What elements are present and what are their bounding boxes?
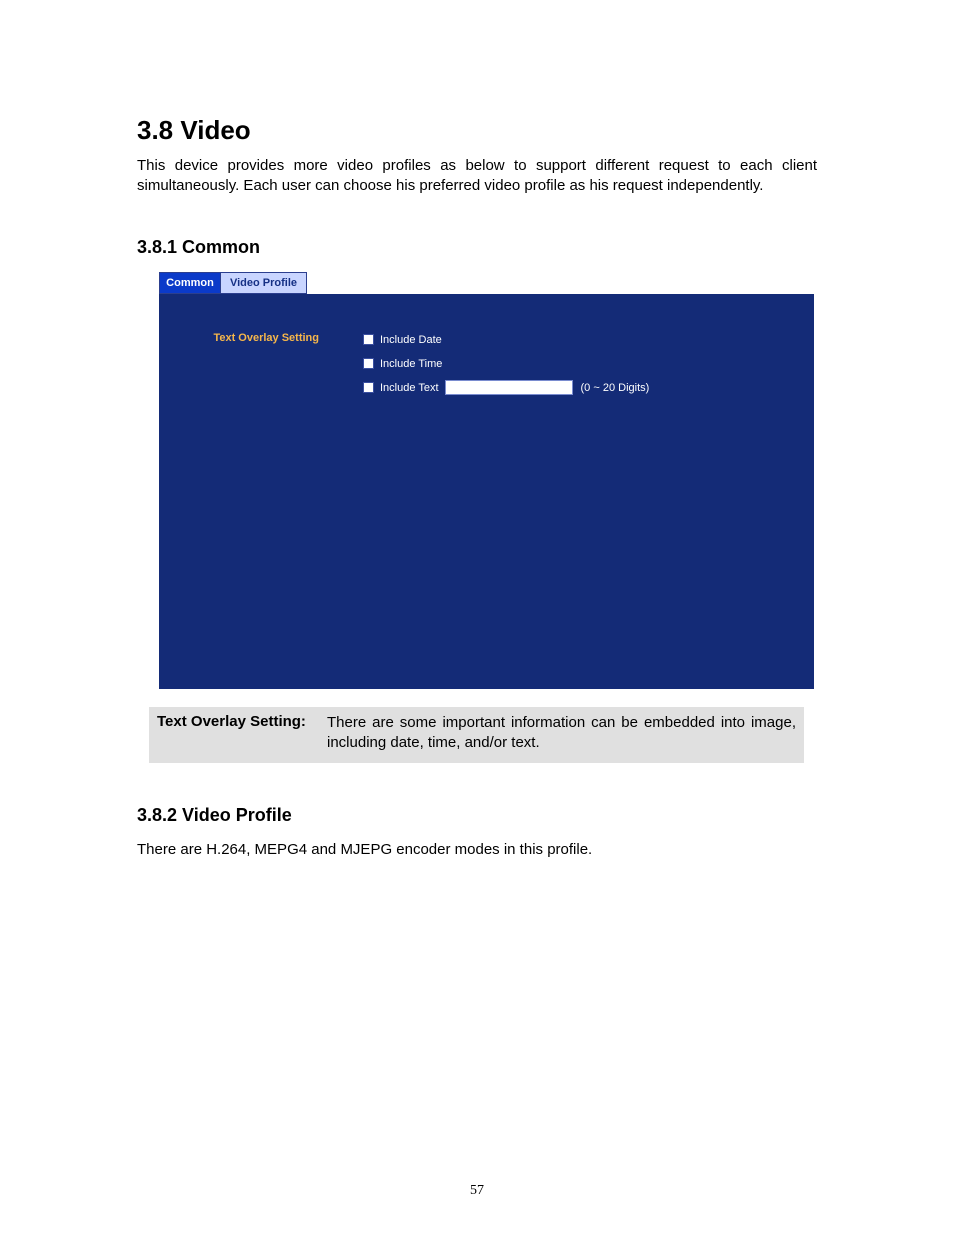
include-time-row: Include Time	[363, 356, 649, 372]
tab-common[interactable]: Common	[159, 272, 221, 294]
explanation-label: Text Overlay Setting:	[157, 713, 327, 754]
include-date-label: Include Date	[380, 334, 442, 346]
overlay-controls: Include Date Include Time Include Text (…	[363, 332, 649, 396]
include-text-input[interactable]	[445, 380, 573, 395]
common-settings-screenshot: Common Video Profile Text Overlay Settin…	[159, 272, 814, 689]
include-date-row: Include Date	[363, 332, 649, 348]
settings-panel: Text Overlay Setting Include Date Includ…	[159, 294, 814, 689]
digits-hint: (0 ~ 20 Digits)	[581, 382, 650, 394]
include-text-label: Include Text	[380, 382, 439, 394]
section-intro: This device provides more video profiles…	[137, 156, 817, 197]
include-date-checkbox[interactable]	[363, 334, 374, 345]
subsection-common-title: 3.8.1 Common	[137, 237, 817, 258]
include-time-label: Include Time	[380, 358, 442, 370]
page-number: 57	[0, 1183, 954, 1199]
include-text-row: Include Text (0 ~ 20 Digits)	[363, 380, 649, 396]
explanation-box: Text Overlay Setting: There are some imp…	[149, 707, 804, 764]
text-overlay-setting-label: Text Overlay Setting	[159, 332, 363, 344]
tab-video-profile[interactable]: Video Profile	[221, 272, 307, 294]
section-title: 3.8 Video	[137, 115, 817, 146]
document-page: 3.8 Video This device provides more vide…	[0, 0, 954, 1235]
include-time-checkbox[interactable]	[363, 358, 374, 369]
subsection-video-profile-title: 3.8.2 Video Profile	[137, 805, 817, 826]
include-text-checkbox[interactable]	[363, 382, 374, 393]
video-profile-body: There are H.264, MEPG4 and MJEPG encoder…	[137, 840, 817, 860]
text-overlay-row: Text Overlay Setting Include Date Includ…	[159, 332, 814, 396]
tab-strip: Common Video Profile	[159, 272, 814, 294]
explanation-text: There are some important information can…	[327, 713, 796, 754]
